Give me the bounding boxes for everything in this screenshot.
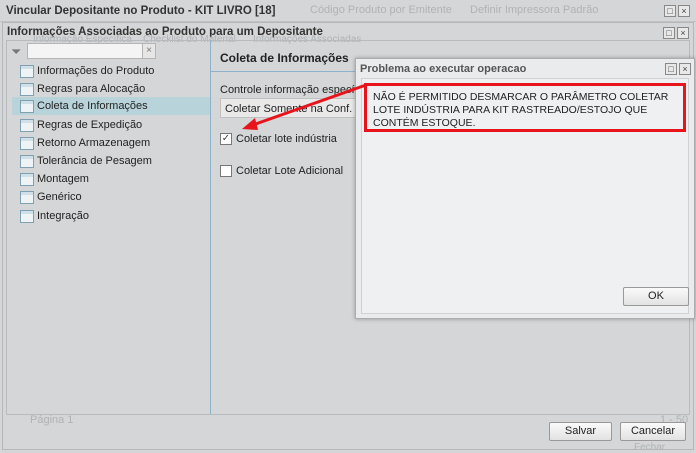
arrow-head: [242, 118, 258, 130]
arrow-line: [249, 83, 367, 128]
annotation-arrow: [242, 83, 367, 130]
